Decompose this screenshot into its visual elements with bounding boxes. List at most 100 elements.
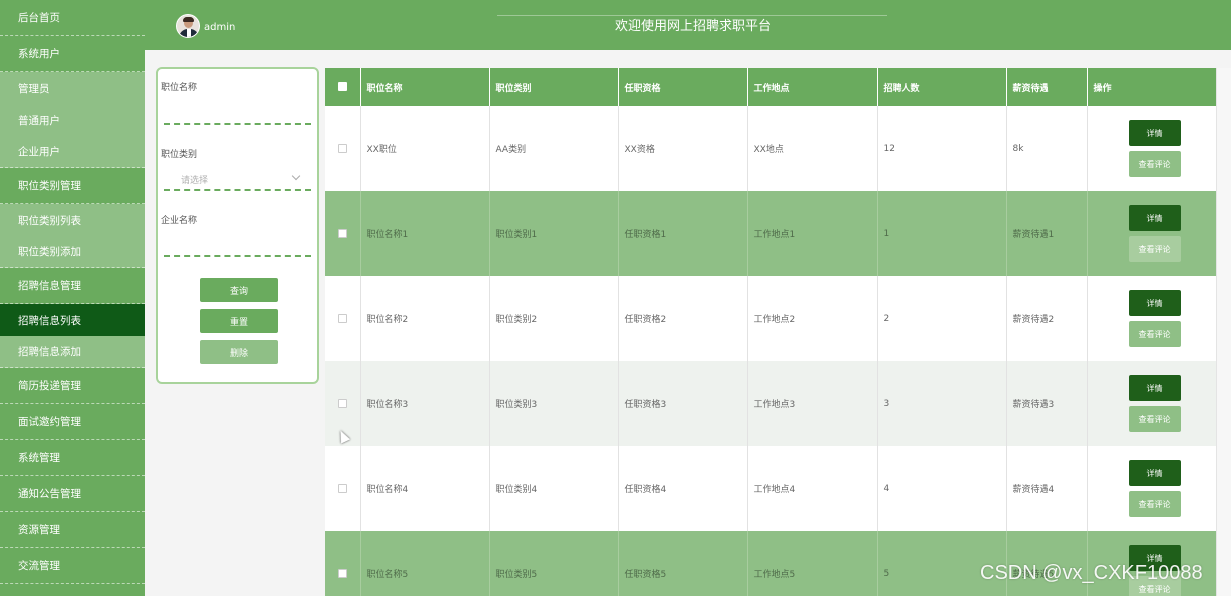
col-header-count[interactable]: 招聘人数 [877, 68, 1007, 106]
cell-job-name: XX职位 [360, 106, 490, 191]
row-checkbox[interactable] [337, 313, 347, 323]
cell-qualification: XX资格 [618, 106, 748, 191]
top-header: admin 欢迎使用网上招聘求职平台 [145, 0, 1231, 50]
sidebar: 后台首页 系统用户 管理员 普通用户 企业用户 职位类别管理 职位类别列表 职位… [0, 0, 145, 596]
sidebar-item-job-category-add[interactable]: 职位类别添加 [0, 236, 145, 268]
detail-button[interactable]: 详情 [1128, 290, 1181, 316]
view-reviews-button[interactable]: 查看评论 [1128, 236, 1181, 262]
cell-job-name: 职位名称1 [360, 191, 490, 276]
cell-job-name: 职位名称3 [360, 361, 490, 446]
table-row: XX职位 AA类别 XX资格 XX地点 12 8k 详情 查看评论 [325, 106, 1216, 191]
cell-salary: 薪资待遇3 [1006, 361, 1088, 446]
col-header-salary[interactable]: 薪资待遇 [1006, 68, 1088, 106]
cell-job-name: 职位名称5 [360, 531, 490, 596]
sidebar-item-exchange-mgmt[interactable]: 交流管理 [0, 548, 145, 584]
avatar[interactable] [176, 14, 200, 38]
sidebar-item-home[interactable]: 后台首页 [0, 0, 145, 36]
row-checkbox[interactable] [337, 228, 347, 238]
sidebar-item-resource-mgmt[interactable]: 资源管理 [0, 512, 145, 548]
cell-count: 1 [877, 191, 1007, 276]
cell-location: 工作地点2 [747, 276, 878, 361]
cell-location: 工作地点3 [747, 361, 878, 446]
job-category-placeholder: 请选择 [181, 176, 209, 186]
row-checkbox[interactable] [337, 483, 347, 493]
row-checkbox[interactable] [337, 398, 347, 408]
cell-location: 工作地点1 [747, 191, 878, 276]
view-reviews-button[interactable]: 查看评论 [1128, 321, 1181, 347]
page-title: 欢迎使用网上招聘求职平台 [615, 19, 772, 34]
cell-actions: 详情 查看评论 [1087, 276, 1216, 361]
col-header-location[interactable]: 工作地点 [747, 68, 878, 106]
sidebar-item-company-users[interactable]: 企业用户 [0, 136, 145, 168]
row-checkbox[interactable] [337, 568, 347, 578]
sidebar-item-job-category-mgmt[interactable]: 职位类别管理 [0, 168, 145, 204]
sidebar-item-interview-mgmt[interactable]: 面试邀约管理 [0, 404, 145, 440]
sidebar-item-admins[interactable]: 管理员 [0, 72, 145, 104]
cell-count: 12 [877, 106, 1007, 191]
detail-button[interactable]: 详情 [1128, 460, 1181, 486]
table-header-row: 职位名称 职位类别 任职资格 工作地点 招聘人数 薪资待遇 操作 [325, 68, 1216, 106]
detail-button[interactable]: 详情 [1128, 375, 1181, 401]
cell-qualification: 任职资格2 [618, 276, 748, 361]
sidebar-item-recruit-add[interactable]: 招聘信息添加 [0, 336, 145, 368]
table-row: 职位名称1 职位类别1 任职资格1 工作地点1 1 薪资待遇1 详情 查看评论 [325, 191, 1216, 276]
select-all-cell [325, 68, 361, 106]
cell-salary: 薪资待遇1 [1006, 191, 1088, 276]
detail-button[interactable]: 详情 [1128, 205, 1181, 231]
sidebar-item-normal-users[interactable]: 普通用户 [0, 104, 145, 136]
company-name-label: 企业名称 [161, 216, 198, 226]
cell-location: XX地点 [747, 106, 878, 191]
sidebar-item-system-mgmt[interactable]: 系统管理 [0, 440, 145, 476]
cell-actions: 详情 查看评论 [1087, 106, 1216, 191]
sidebar-item-resume-mgmt[interactable]: 简历投递管理 [0, 368, 145, 404]
cell-qualification: 任职资格5 [618, 531, 748, 596]
cell-count: 3 [877, 361, 1007, 446]
cell-salary: 薪资待遇4 [1006, 446, 1088, 531]
vertical-scrollbar[interactable] [1216, 68, 1231, 596]
col-header-qualification[interactable]: 任职资格 [618, 68, 748, 106]
company-name-input[interactable] [164, 237, 311, 257]
view-reviews-button[interactable]: 查看评论 [1128, 491, 1181, 517]
sidebar-item-recruit-list[interactable]: 招聘信息列表 [0, 304, 145, 336]
cell-count: 4 [877, 446, 1007, 531]
job-name-label: 职位名称 [161, 83, 198, 93]
watermark: CSDN @vx_CXKF10088 [980, 562, 1203, 584]
cell-qualification: 任职资格1 [618, 191, 748, 276]
username-label[interactable]: admin [204, 22, 235, 33]
table-row: 职位名称2 职位类别2 任职资格2 工作地点2 2 薪资待遇2 详情 查看评论 [325, 276, 1216, 361]
reset-button[interactable]: 重置 [200, 309, 278, 333]
table-row: 职位名称4 职位类别4 任职资格4 工作地点4 4 薪资待遇4 详情 查看评论 [325, 446, 1216, 531]
cell-actions: 详情 查看评论 [1087, 361, 1216, 446]
results-table-wrap: 职位名称 职位类别 任职资格 工作地点 招聘人数 薪资待遇 操作 XX职位 AA… [325, 68, 1216, 596]
cell-job-category: 职位类别5 [489, 531, 619, 596]
col-header-job-category[interactable]: 职位类别 [489, 68, 619, 106]
col-header-actions: 操作 [1087, 68, 1216, 106]
job-category-label: 职位类别 [161, 150, 198, 160]
detail-button[interactable]: 详情 [1128, 120, 1181, 146]
cell-location: 工作地点5 [747, 531, 878, 596]
select-all-checkbox[interactable] [337, 82, 347, 91]
view-reviews-button[interactable]: 查看评论 [1128, 406, 1181, 432]
sidebar-item-notice-mgmt[interactable]: 通知公告管理 [0, 476, 145, 512]
col-header-job-name[interactable]: 职位名称 [360, 68, 490, 106]
cell-actions: 详情 查看评论 [1087, 446, 1216, 531]
row-checkbox[interactable] [337, 143, 347, 153]
cell-job-name: 职位名称4 [360, 446, 490, 531]
cell-qualification: 任职资格3 [618, 361, 748, 446]
sidebar-item-recruit-mgmt[interactable]: 招聘信息管理 [0, 268, 145, 304]
cell-salary: 薪资待遇2 [1006, 276, 1088, 361]
job-name-input[interactable] [164, 105, 311, 125]
cell-job-category: 职位类别3 [489, 361, 619, 446]
cell-qualification: 任职资格4 [618, 446, 748, 531]
cell-job-category: 职位类别4 [489, 446, 619, 531]
sidebar-item-job-category-list[interactable]: 职位类别列表 [0, 204, 145, 236]
cell-salary: 8k [1006, 106, 1088, 191]
delete-button[interactable]: 删除 [200, 340, 278, 364]
query-button[interactable]: 查询 [200, 278, 278, 302]
view-reviews-button[interactable]: 查看评论 [1128, 151, 1181, 177]
header-decoration [497, 0, 887, 16]
results-table: 职位名称 职位类别 任职资格 工作地点 招聘人数 薪资待遇 操作 XX职位 AA… [325, 68, 1216, 596]
cell-job-category: 职位类别2 [489, 276, 619, 361]
sidebar-item-system-users[interactable]: 系统用户 [0, 36, 145, 72]
cell-actions: 详情 查看评论 [1087, 191, 1216, 276]
